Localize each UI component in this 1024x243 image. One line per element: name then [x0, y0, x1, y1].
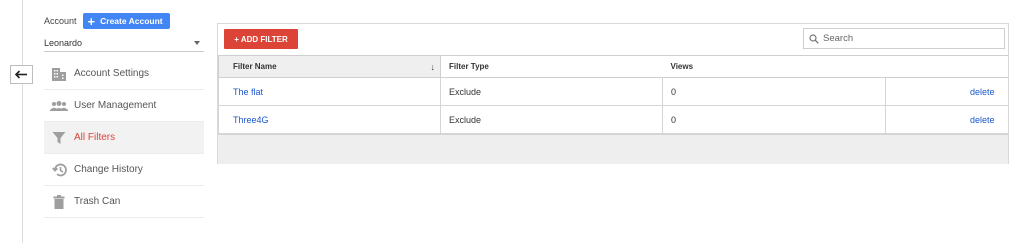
search-input[interactable]: [823, 33, 1003, 44]
filter-name-link[interactable]: The flat: [233, 87, 263, 97]
search-icon: [809, 33, 819, 44]
history-icon: [44, 163, 74, 177]
column-header-label: Filter Name: [233, 62, 277, 71]
table-row: The flat Exclude 0 delete: [218, 77, 1009, 106]
sidebar-item-label: Trash Can: [74, 196, 121, 207]
views-count-cell: 0: [662, 77, 886, 106]
sidebar-item-all-filters[interactable]: All Filters: [44, 122, 204, 154]
delete-link[interactable]: delete: [970, 87, 995, 97]
plus-icon: +: [87, 13, 96, 29]
back-arrow-icon: [15, 70, 27, 79]
sidebar-item-label: User Management: [74, 100, 157, 111]
account-selected-value: Leonardo: [44, 37, 83, 48]
table-footer-bar: [218, 134, 1008, 164]
sidebar-nav: Account Settings User Management All Fil…: [44, 58, 204, 218]
sidebar-item-trash-can[interactable]: Trash Can: [44, 186, 204, 218]
views-count-cell: 0: [662, 105, 886, 134]
trash-icon: [44, 194, 74, 209]
sidebar-item-label: All Filters: [74, 132, 116, 143]
add-filter-button[interactable]: + ADD FILTER: [224, 29, 298, 49]
filter-type-cell: Exclude: [440, 77, 663, 106]
create-account-button[interactable]: + Create Account: [82, 13, 170, 29]
sidebar-item-user-management[interactable]: User Management: [44, 90, 204, 122]
sort-down-icon: ↓: [430, 62, 436, 72]
sidebar-item-label: Change History: [74, 164, 143, 175]
filter-name-cell: Three4G: [218, 105, 441, 134]
delete-link[interactable]: delete: [970, 115, 995, 125]
account-header: Account + Create Account: [44, 12, 204, 30]
column-header-filter-type[interactable]: Filter Type: [440, 55, 663, 78]
sidebar-item-label: Account Settings: [74, 68, 150, 79]
chevron-down-icon: [194, 40, 200, 45]
column-header-filter-name[interactable]: Filter Name ↓: [218, 55, 441, 78]
column-header-views[interactable]: Views: [662, 55, 886, 78]
left-rail-divider: [22, 0, 23, 243]
filters-table: Filter Name ↓ Filter Type Views The flat…: [218, 55, 1009, 134]
table-header-row: Filter Name ↓ Filter Type Views: [218, 55, 1009, 78]
column-header-actions: [885, 55, 1009, 78]
sidebar-item-change-history[interactable]: Change History: [44, 154, 204, 186]
account-dropdown[interactable]: Leonardo: [44, 34, 204, 52]
filter-name-cell: The flat: [218, 77, 441, 106]
action-cell: delete: [885, 77, 1009, 106]
sidebar-item-account-settings[interactable]: Account Settings: [44, 58, 204, 90]
filter-type-cell: Exclude: [440, 105, 663, 134]
action-cell: delete: [885, 105, 1009, 134]
search-box: [803, 28, 1005, 49]
create-account-label: Create Account: [100, 16, 163, 26]
filter-name-link[interactable]: Three4G: [233, 115, 269, 125]
filter-icon: [44, 131, 74, 145]
filters-panel: + ADD FILTER Filter Name ↓ Filter Type V…: [217, 23, 1009, 164]
building-icon: [44, 67, 74, 81]
collapse-back-button[interactable]: [10, 65, 33, 84]
people-icon: [44, 100, 74, 112]
table-row: Three4G Exclude 0 delete: [218, 105, 1009, 134]
account-label: Account: [44, 16, 77, 26]
